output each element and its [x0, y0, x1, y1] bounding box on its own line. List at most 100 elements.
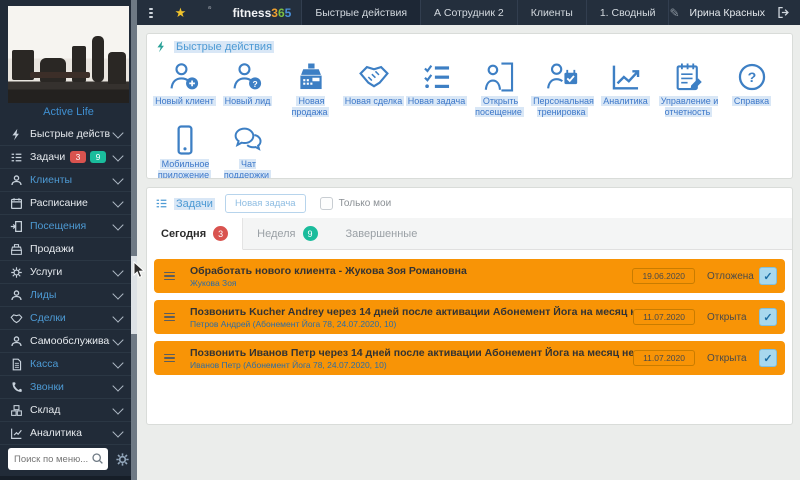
- hamburger-menu-icon[interactable]: [149, 6, 153, 20]
- topbar-nav-employee[interactable]: А Сотрудник 2: [420, 0, 517, 25]
- task-client-link[interactable]: Жукова Зоя: [190, 278, 632, 288]
- sidebar-item-label: Аналитика: [30, 427, 110, 439]
- door-enter-icon: [483, 60, 517, 94]
- sidebar-item-clients[interactable]: Клиенты: [0, 169, 131, 192]
- sidebar-item-visits[interactable]: Посещения: [0, 215, 131, 238]
- task-date-badge: 11.07.2020: [633, 309, 695, 325]
- topbar-nav-quick-actions[interactable]: Быстрые действия: [301, 0, 420, 25]
- qa-analytics[interactable]: Аналитика: [594, 60, 657, 119]
- chevron-down-icon: [112, 311, 123, 322]
- app-logo[interactable]: fitness365: [233, 6, 292, 20]
- qa-mobile-app[interactable]: Мобильное приложение: [153, 123, 216, 180]
- drag-handle-icon[interactable]: [164, 311, 176, 324]
- cash-register-icon: [10, 243, 23, 256]
- settings-gear-icon[interactable]: [115, 452, 130, 467]
- chart-icon: [10, 427, 23, 440]
- topbar-nav-summary[interactable]: 1. Сводный: [586, 0, 670, 25]
- sidebar-item-cashdesk[interactable]: Касса: [0, 353, 131, 376]
- tab-week[interactable]: Неделя 9: [243, 218, 331, 249]
- task-complete-checkbox[interactable]: ✓: [759, 308, 777, 326]
- sidebar-footer-strip: [0, 476, 131, 480]
- sidebar-item-services[interactable]: Услуги: [0, 261, 131, 284]
- chevron-down-icon: [112, 150, 123, 161]
- drag-handle-icon[interactable]: [164, 270, 176, 283]
- tab-completed[interactable]: Завершенные: [332, 218, 432, 249]
- panel-title: Задачи: [174, 198, 215, 210]
- task-title: Позвонить Kucher Andrey через 14 дней по…: [190, 306, 633, 318]
- tasks-panel: Задачи Новая задача Только мои Сегодня 3…: [146, 187, 793, 425]
- user-icon: [10, 289, 23, 302]
- chart-up-icon: [609, 60, 643, 94]
- sidebar-item-calls[interactable]: Звонки: [0, 376, 131, 399]
- task-complete-checkbox[interactable]: ✓: [759, 267, 777, 285]
- sidebar-item-warehouse[interactable]: Склад: [0, 399, 131, 422]
- task-list-icon: [10, 151, 23, 164]
- checklist-icon: [420, 60, 454, 94]
- chevron-down-icon: [112, 334, 123, 345]
- logo-digit: 6: [278, 6, 285, 20]
- drag-handle-icon[interactable]: [164, 352, 176, 365]
- tasks-title: Задачи: [155, 197, 215, 210]
- logout-icon[interactable]: [777, 6, 790, 19]
- tab-label: Сегодня: [161, 228, 206, 240]
- gym-equipment-shape: [40, 58, 66, 82]
- lightning-icon: [10, 128, 23, 141]
- quick-actions-panel: Быстрые действия Новый клиент ? Новый ли…: [146, 33, 793, 179]
- topbar-right: ✎ Ирина Красных: [669, 6, 800, 20]
- task-client-link[interactable]: Иванов Петр (Абонемент Йога 78, 24.07.20…: [190, 360, 633, 370]
- qa-help[interactable]: ? Справка: [720, 60, 783, 119]
- qa-support-chat[interactable]: Чат поддержки: [216, 123, 279, 180]
- task-complete-checkbox[interactable]: ✓: [759, 349, 777, 367]
- new-task-button[interactable]: Новая задача: [225, 194, 306, 213]
- handshake-icon: [10, 312, 23, 325]
- qa-new-sale[interactable]: Новая продажа: [279, 60, 342, 119]
- qa-new-lead[interactable]: ? Новый лид: [216, 60, 279, 119]
- sidebar-item-deals[interactable]: Сделки: [0, 307, 131, 330]
- tasks-tabs: Сегодня 3 Неделя 9 Завершенные: [147, 218, 792, 250]
- qa-label: Чат поддержки: [224, 159, 271, 180]
- qa-new-task[interactable]: Новая задача: [405, 60, 468, 119]
- sidebar-item-label: Клиенты: [30, 174, 110, 186]
- lightning-icon: [155, 40, 168, 53]
- cash-register-icon: [294, 60, 328, 94]
- sidebar-item-label: Услуги: [30, 266, 110, 278]
- chevron-down-icon: [112, 173, 123, 184]
- qa-new-deal[interactable]: Новая сделка: [342, 60, 405, 119]
- qa-reports[interactable]: Управление и отчетность: [657, 60, 720, 119]
- document-icon: [10, 358, 23, 371]
- sidebar-item-schedule[interactable]: Расписание: [0, 192, 131, 215]
- gym-equipment-shape: [108, 52, 126, 84]
- qa-open-visit[interactable]: Открыть посещение: [468, 60, 531, 119]
- sidebar-item-analytics[interactable]: Аналитика: [0, 422, 131, 445]
- task-client-link[interactable]: Петров Андрей (Абонемент Йога 78, 24.07.…: [190, 319, 633, 329]
- task-row[interactable]: Позвонить Kucher Andrey через 14 дней по…: [154, 300, 785, 334]
- gym-equipment-shape: [30, 72, 90, 78]
- task-row[interactable]: Обработать нового клиента - Жукова Зоя Р…: [154, 259, 785, 293]
- topbar-nav-clients[interactable]: Клиенты: [517, 0, 586, 25]
- history-clock-icon[interactable]: [208, 6, 211, 19]
- qa-label: Персональная тренировка: [531, 96, 594, 117]
- tab-today[interactable]: Сегодня 3: [147, 218, 243, 250]
- sidebar-item-selfservice[interactable]: Самообслуживание: [0, 330, 131, 353]
- calendar-icon: [10, 197, 23, 210]
- sidebar-item-sales[interactable]: Продажи: [0, 238, 131, 261]
- sidebar-item-label: Задачи: [30, 151, 70, 163]
- main-content: Быстрые действия Новый клиент ? Новый ли…: [137, 25, 800, 480]
- pencil-icon[interactable]: ✎: [669, 6, 679, 20]
- sidebar-item-leads[interactable]: Лиды: [0, 284, 131, 307]
- only-mine-checkbox[interactable]: [320, 197, 333, 210]
- door-enter-icon: [10, 220, 23, 233]
- logo-prefix: fitness: [233, 6, 272, 20]
- sidebar-item-tasks[interactable]: Задачи 3 9: [0, 146, 131, 169]
- sidebar-item-label: Посещения: [30, 220, 110, 232]
- favorites-star-icon[interactable]: ★: [175, 5, 187, 21]
- qa-new-client[interactable]: Новый клиент: [153, 60, 216, 119]
- task-row[interactable]: Позвонить Иванов Петр через 14 дней посл…: [154, 341, 785, 375]
- current-user-name[interactable]: Ирина Красных: [690, 7, 765, 19]
- sidebar-item-quick-actions[interactable]: Быстрые действия: [0, 123, 131, 146]
- qa-label: Открыть посещение: [475, 96, 524, 117]
- only-mine-label: Только мои: [339, 198, 392, 209]
- qa-personal-training[interactable]: Персональная тренировка: [531, 60, 594, 119]
- search-icon: [91, 452, 104, 465]
- only-mine-toggle[interactable]: Только мои: [320, 197, 392, 210]
